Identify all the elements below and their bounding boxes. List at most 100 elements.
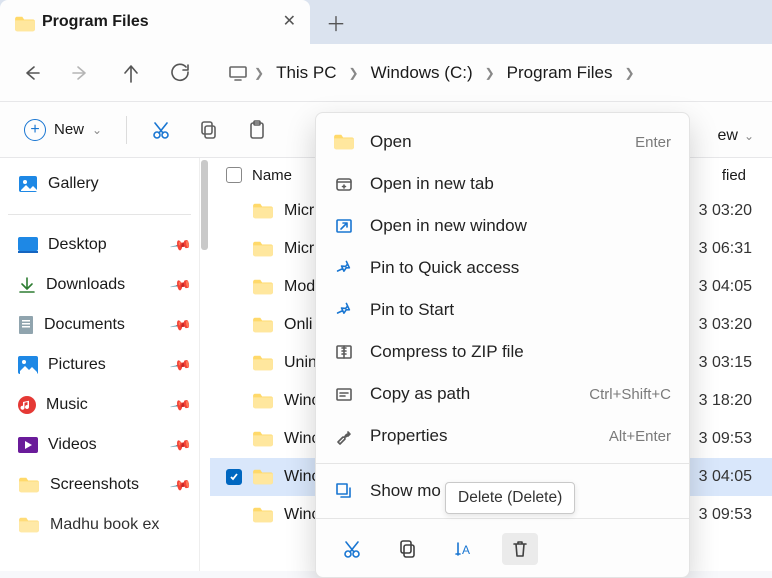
sidebar-item-pictures[interactable]: Pictures 📌 (2, 345, 197, 385)
up-button[interactable] (108, 53, 154, 93)
close-tab-button[interactable]: ✕ (283, 14, 296, 30)
path-icon (334, 385, 354, 403)
row-checkbox[interactable] (226, 469, 242, 485)
sidebar-item-screenshots[interactable]: Screenshots 📌 (2, 465, 197, 505)
context-menu-item[interactable]: Properties Alt+Enter (316, 415, 689, 457)
pin-icon: 📌 (168, 473, 192, 497)
documents-icon (18, 315, 34, 335)
new-button[interactable]: + New ⌄ (14, 113, 112, 147)
folder-icon (252, 202, 274, 220)
plus-icon: + (24, 119, 46, 141)
delete-action[interactable] (502, 533, 538, 565)
pin-icon: 📌 (168, 393, 192, 417)
pin-icon (334, 259, 354, 277)
context-menu-item[interactable]: Open in new tab (316, 163, 689, 205)
tab-title: Program Files (42, 13, 273, 31)
row-date: 3 04:05 (699, 278, 772, 296)
separator (316, 463, 689, 464)
pin-icon (334, 301, 354, 319)
pictures-icon (18, 356, 38, 374)
download-icon (18, 276, 36, 294)
active-tab[interactable]: Program Files ✕ (0, 0, 310, 44)
chevron-right-icon[interactable]: ❯ (485, 66, 495, 80)
tooltip-text: Delete (Delete) (458, 489, 562, 506)
pin-icon: 📌 (168, 433, 192, 457)
context-menu-label: Pin to Quick access (370, 258, 519, 278)
forward-button[interactable] (58, 53, 104, 93)
copy-action[interactable] (390, 533, 426, 565)
context-menu-item[interactable]: Copy as pathCtrl+Shift+C (316, 373, 689, 415)
context-action-row: A (316, 525, 689, 569)
sidebar-item-label: Music (46, 396, 88, 414)
sidebar-item-label: Screenshots (50, 476, 139, 494)
row-date: 3 03:20 (699, 202, 772, 220)
select-all-checkbox[interactable] (226, 167, 242, 183)
folder-icon (18, 476, 40, 494)
music-icon (18, 396, 36, 414)
context-menu-label: Properties (370, 426, 447, 446)
paste-button[interactable] (237, 112, 277, 148)
context-menu-label: Pin to Start (370, 300, 454, 320)
sidebar-item-downloads[interactable]: Downloads 📌 (2, 265, 197, 305)
view-button-partial[interactable]: ew ⌄ (717, 127, 754, 145)
address-bar[interactable]: ❯ This PC ❯ Windows (C:) ❯ Program Files… (224, 53, 764, 93)
sidebar-item-gallery[interactable]: Gallery (2, 164, 197, 204)
chevron-down-icon: ⌄ (744, 129, 754, 143)
navigation-pane: Gallery Desktop 📌 Downloads 📌 Documents … (0, 158, 200, 571)
breadcrumb-segment[interactable]: Windows (C:) (365, 59, 479, 87)
chevron-right-icon[interactable]: ❯ (254, 66, 264, 80)
pin-icon: 📌 (168, 233, 192, 257)
copy-button[interactable] (189, 112, 229, 148)
svg-text:A: A (462, 543, 470, 557)
row-date: 3 03:20 (699, 316, 772, 334)
new-tab-button[interactable]: ＋ (326, 8, 346, 37)
pin-icon: 📌 (168, 313, 192, 337)
context-menu-label: Compress to ZIP file (370, 342, 524, 362)
tab-strip: Program Files ✕ ＋ (0, 0, 772, 44)
row-date: 3 04:05 (699, 468, 772, 486)
column-name[interactable]: Name (252, 167, 292, 184)
chevron-right-icon[interactable]: ❯ (624, 66, 634, 80)
breadcrumb-segment[interactable]: This PC (270, 59, 342, 87)
folder-icon (252, 468, 274, 486)
column-modified[interactable]: fied (722, 167, 772, 184)
cut-action[interactable] (334, 533, 370, 565)
zip-icon (334, 343, 354, 361)
desktop-icon (18, 237, 38, 253)
chevron-right-icon[interactable]: ❯ (349, 66, 359, 80)
shortcut-label: Enter (635, 134, 671, 151)
sidebar-item-label: Documents (44, 316, 125, 334)
folder-icon (252, 278, 274, 296)
context-menu-item[interactable]: OpenEnter (316, 121, 689, 163)
sidebar-item-music[interactable]: Music 📌 (2, 385, 197, 425)
back-button[interactable] (8, 53, 54, 93)
splitter[interactable] (200, 158, 210, 571)
refresh-button[interactable] (158, 53, 204, 93)
folder-icon (252, 354, 274, 372)
breadcrumb-segment[interactable]: Program Files (501, 59, 619, 87)
shortcut-label: Alt+Enter (609, 428, 671, 445)
folder-icon (18, 516, 40, 534)
separator (316, 518, 689, 519)
context-menu-label: Show mo (370, 481, 441, 501)
context-menu-item[interactable]: Compress to ZIP file (316, 331, 689, 373)
row-date: 3 03:15 (699, 354, 772, 372)
context-menu-item[interactable]: Open in new window (316, 205, 689, 247)
new-window-icon (334, 217, 354, 235)
gallery-icon (18, 175, 38, 193)
context-menu-item[interactable]: Pin to Start (316, 289, 689, 331)
sidebar-item-folder[interactable]: Madhu book ex (2, 505, 197, 545)
tooltip: Delete (Delete) (445, 482, 575, 514)
sidebar-item-label: Videos (48, 436, 97, 454)
shortcut-label: Ctrl+Shift+C (589, 386, 671, 403)
sidebar-item-desktop[interactable]: Desktop 📌 (2, 225, 197, 265)
new-tab-icon (334, 175, 354, 193)
show-more-icon (334, 482, 354, 500)
sidebar-item-videos[interactable]: Videos 📌 (2, 425, 197, 465)
rename-action[interactable]: A (446, 533, 482, 565)
context-menu-label: Open in new tab (370, 174, 494, 194)
sidebar-item-documents[interactable]: Documents 📌 (2, 305, 197, 345)
context-menu-item[interactable]: Pin to Quick access (316, 247, 689, 289)
wrench-icon (334, 427, 354, 445)
cut-button[interactable] (141, 112, 181, 148)
